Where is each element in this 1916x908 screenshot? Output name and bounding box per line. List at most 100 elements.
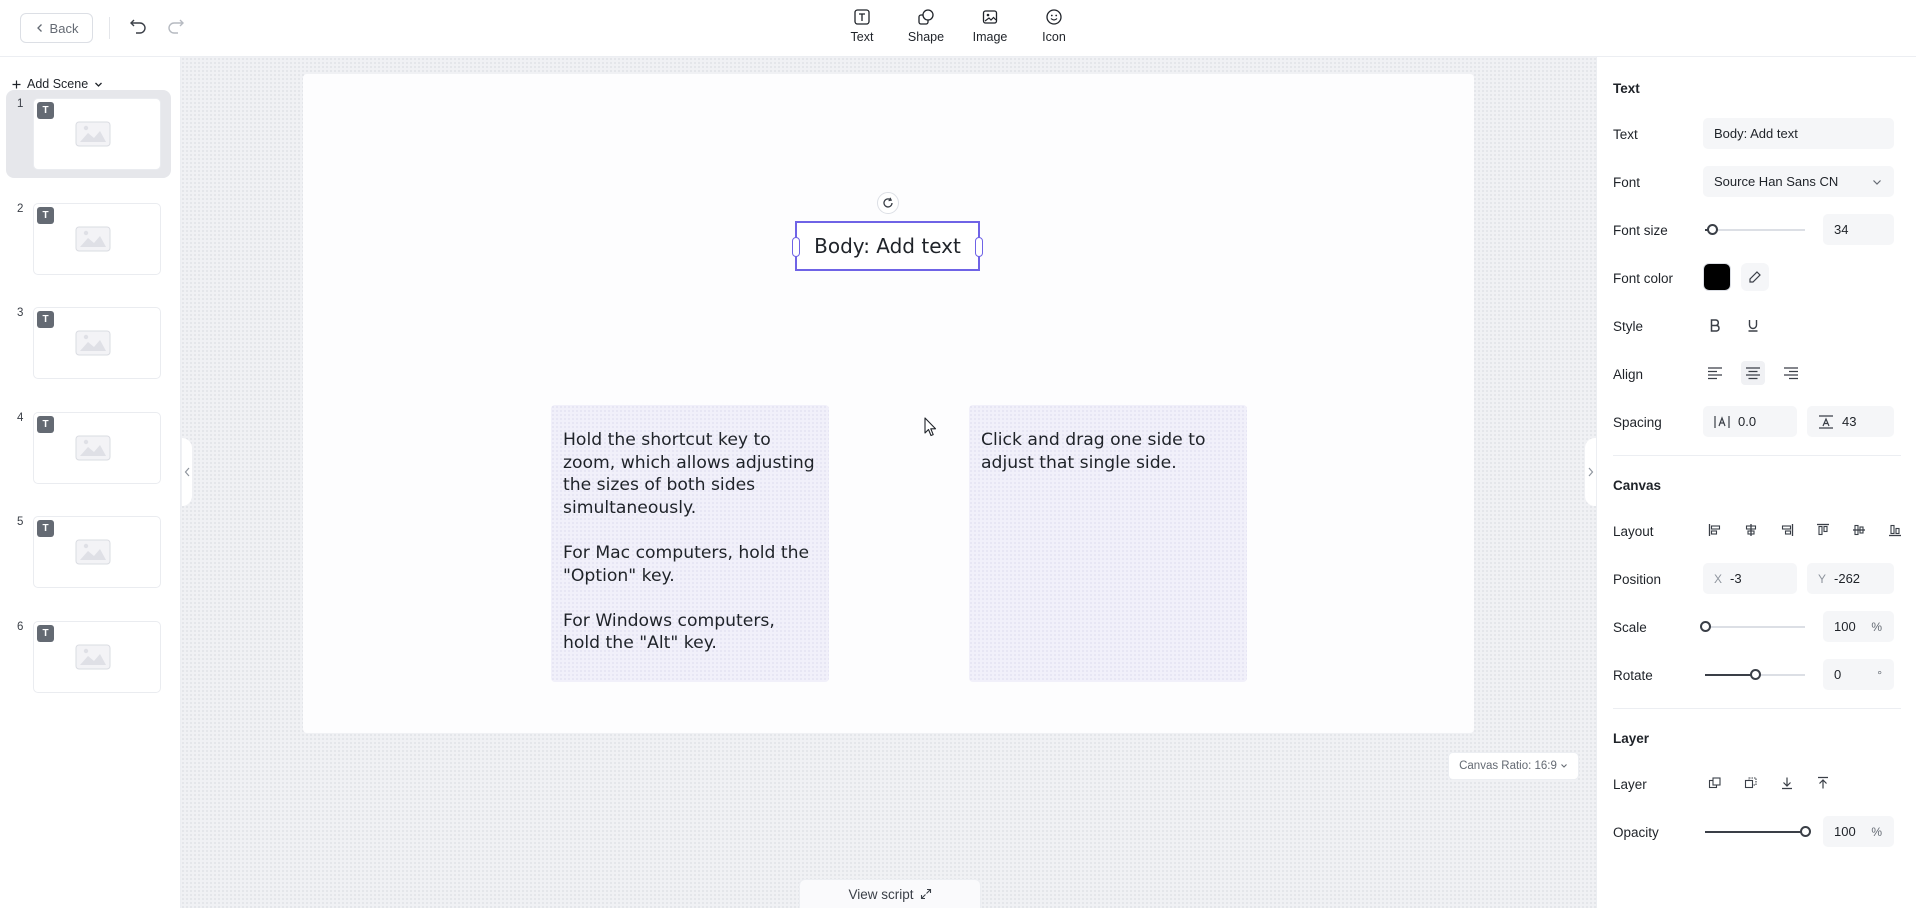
align-left-button[interactable] bbox=[1703, 361, 1727, 385]
chevron-down-icon bbox=[1872, 177, 1882, 187]
scene-number: 1 bbox=[17, 98, 24, 110]
scene-number: 3 bbox=[17, 307, 24, 319]
align-right-edge-button[interactable] bbox=[1775, 518, 1799, 542]
scale-value: 100 bbox=[1834, 619, 1856, 634]
font-color-swatch[interactable] bbox=[1703, 263, 1731, 291]
text-input-value: Body: Add text bbox=[1714, 126, 1798, 141]
redo-icon bbox=[168, 19, 184, 34]
text-label: Text bbox=[1613, 127, 1638, 142]
resize-handle-left[interactable] bbox=[792, 237, 800, 257]
align-bottom-edge-icon bbox=[1889, 524, 1901, 537]
selected-text-element[interactable]: Body: Add text bbox=[792, 221, 983, 271]
position-y-input[interactable]: Y -262 bbox=[1807, 563, 1894, 594]
chevron-down-icon bbox=[1560, 762, 1568, 770]
empty-placeholder-icon bbox=[70, 116, 116, 152]
y-prefix: Y bbox=[1818, 571, 1827, 586]
font-size-value: 34 bbox=[1834, 222, 1849, 237]
percent-unit: % bbox=[1871, 619, 1882, 634]
empty-placeholder-icon bbox=[70, 325, 116, 361]
align-top-edge-button[interactable] bbox=[1811, 518, 1835, 542]
font-select[interactable]: Source Han Sans CN bbox=[1703, 166, 1894, 197]
rotate-slider-knob[interactable] bbox=[1749, 669, 1761, 680]
underline-button[interactable] bbox=[1741, 313, 1765, 337]
align-horizontal-center-button[interactable] bbox=[1739, 518, 1763, 542]
scene-number: 4 bbox=[17, 411, 24, 424]
scene-item[interactable]: 5T bbox=[6, 508, 171, 596]
properties-panel: Text Text Body: Add text Font Source Han… bbox=[1596, 57, 1916, 908]
instruction-card-drag[interactable]: Click and drag one side to adjust that s… bbox=[969, 405, 1247, 682]
align-right-icon bbox=[1784, 367, 1798, 380]
scene-item[interactable]: 1T bbox=[6, 90, 171, 178]
line-spacing-input[interactable]: 43 bbox=[1807, 406, 1894, 437]
align-right-edge-icon bbox=[1781, 524, 1794, 536]
align-center-icon bbox=[1746, 367, 1760, 380]
bring-forward-button[interactable] bbox=[1703, 771, 1727, 795]
selected-text-content: Body: Add text bbox=[814, 234, 961, 258]
line-spacing-icon bbox=[1818, 414, 1834, 429]
font-size-slider-track[interactable] bbox=[1705, 229, 1805, 231]
back-button[interactable]: Back bbox=[20, 13, 93, 43]
font-size-slider-knob[interactable] bbox=[1706, 224, 1718, 235]
instruction-card-zoom[interactable]: Hold the shortcut key to zoom, which all… bbox=[551, 405, 829, 682]
color-picker-button[interactable] bbox=[1741, 263, 1769, 291]
add-scene-label: Add Scene bbox=[27, 77, 89, 91]
add-scene-button[interactable]: Add Scene bbox=[12, 77, 103, 91]
resize-handle-right[interactable] bbox=[975, 237, 983, 257]
align-right-button[interactable] bbox=[1779, 361, 1803, 385]
canvas-ratio-dropdown[interactable]: Canvas Ratio: 16:9 bbox=[1448, 752, 1579, 780]
scene-item[interactable]: 4T bbox=[6, 404, 171, 492]
align-bottom-edge-button[interactable] bbox=[1883, 518, 1907, 542]
canvas-ratio-label: Canvas Ratio: 16:9 bbox=[1459, 760, 1557, 772]
align-left-edge-icon bbox=[1708, 524, 1721, 536]
scene-item[interactable]: 6T bbox=[6, 613, 171, 701]
slide-canvas[interactable] bbox=[303, 74, 1474, 733]
scale-slider-knob[interactable] bbox=[1699, 621, 1711, 632]
scene-item[interactable]: 3T bbox=[6, 299, 171, 387]
scale-input[interactable]: 100 % bbox=[1823, 611, 1894, 642]
align-vertical-center-button[interactable] bbox=[1847, 518, 1871, 542]
align-center-button[interactable] bbox=[1741, 361, 1765, 385]
letter-spacing-value: 0.0 bbox=[1738, 414, 1757, 429]
opacity-slider-knob[interactable] bbox=[1799, 826, 1811, 837]
eyedropper-icon bbox=[1749, 271, 1761, 283]
tool-text[interactable]: Text bbox=[832, 6, 892, 44]
undo-button[interactable] bbox=[128, 16, 148, 36]
font-size-input[interactable]: 34 bbox=[1823, 214, 1894, 245]
send-backward-button[interactable] bbox=[1739, 771, 1763, 795]
opacity-input[interactable]: 100 % bbox=[1823, 816, 1894, 847]
view-script-button[interactable]: View script bbox=[799, 879, 981, 908]
tool-text-label: Text bbox=[850, 30, 874, 44]
tool-shape-label: Shape bbox=[907, 30, 945, 44]
position-x-input[interactable]: X -3 bbox=[1703, 563, 1797, 594]
opacity-value: 100 bbox=[1834, 824, 1856, 839]
empty-placeholder-icon bbox=[70, 639, 116, 675]
expand-icon bbox=[920, 888, 932, 900]
font-select-value: Source Han Sans CN bbox=[1714, 174, 1839, 189]
card-paragraph: For Windows computers, hold the "Alt" ke… bbox=[563, 610, 775, 654]
redo-button[interactable] bbox=[166, 16, 186, 36]
scale-slider-track[interactable] bbox=[1705, 626, 1805, 628]
scene-number: 6 bbox=[17, 620, 24, 633]
letter-spacing-input[interactable]: 0.0 bbox=[1703, 406, 1797, 437]
rotate-handle[interactable] bbox=[877, 192, 899, 214]
align-vertical-center-icon bbox=[1853, 524, 1865, 536]
section-divider bbox=[1613, 708, 1901, 709]
card-paragraph: Click and drag one side to adjust that s… bbox=[981, 430, 1206, 473]
align-left-edge-button[interactable] bbox=[1703, 518, 1727, 542]
text-type-badge: T bbox=[37, 206, 54, 224]
scene-panel: Add Scene 1T2T3T4T5T6T bbox=[0, 57, 181, 908]
collapse-right-panel-button[interactable] bbox=[1585, 438, 1596, 506]
text-input[interactable]: Body: Add text bbox=[1703, 118, 1894, 149]
bold-button[interactable] bbox=[1703, 313, 1727, 337]
tool-shape[interactable]: Shape bbox=[896, 6, 956, 44]
bring-to-front-button[interactable] bbox=[1811, 771, 1835, 795]
layout-label: Layout bbox=[1613, 524, 1654, 539]
rotate-input[interactable]: 0 ° bbox=[1823, 659, 1894, 690]
scene-item[interactable]: 2T bbox=[6, 195, 171, 283]
send-to-back-button[interactable] bbox=[1775, 771, 1799, 795]
tool-image[interactable]: Image bbox=[960, 6, 1020, 44]
collapse-left-panel-button[interactable] bbox=[182, 438, 192, 506]
chevron-right-icon bbox=[1588, 467, 1594, 477]
chevron-down-icon bbox=[94, 80, 103, 89]
tool-icon[interactable]: Icon bbox=[1024, 6, 1084, 44]
